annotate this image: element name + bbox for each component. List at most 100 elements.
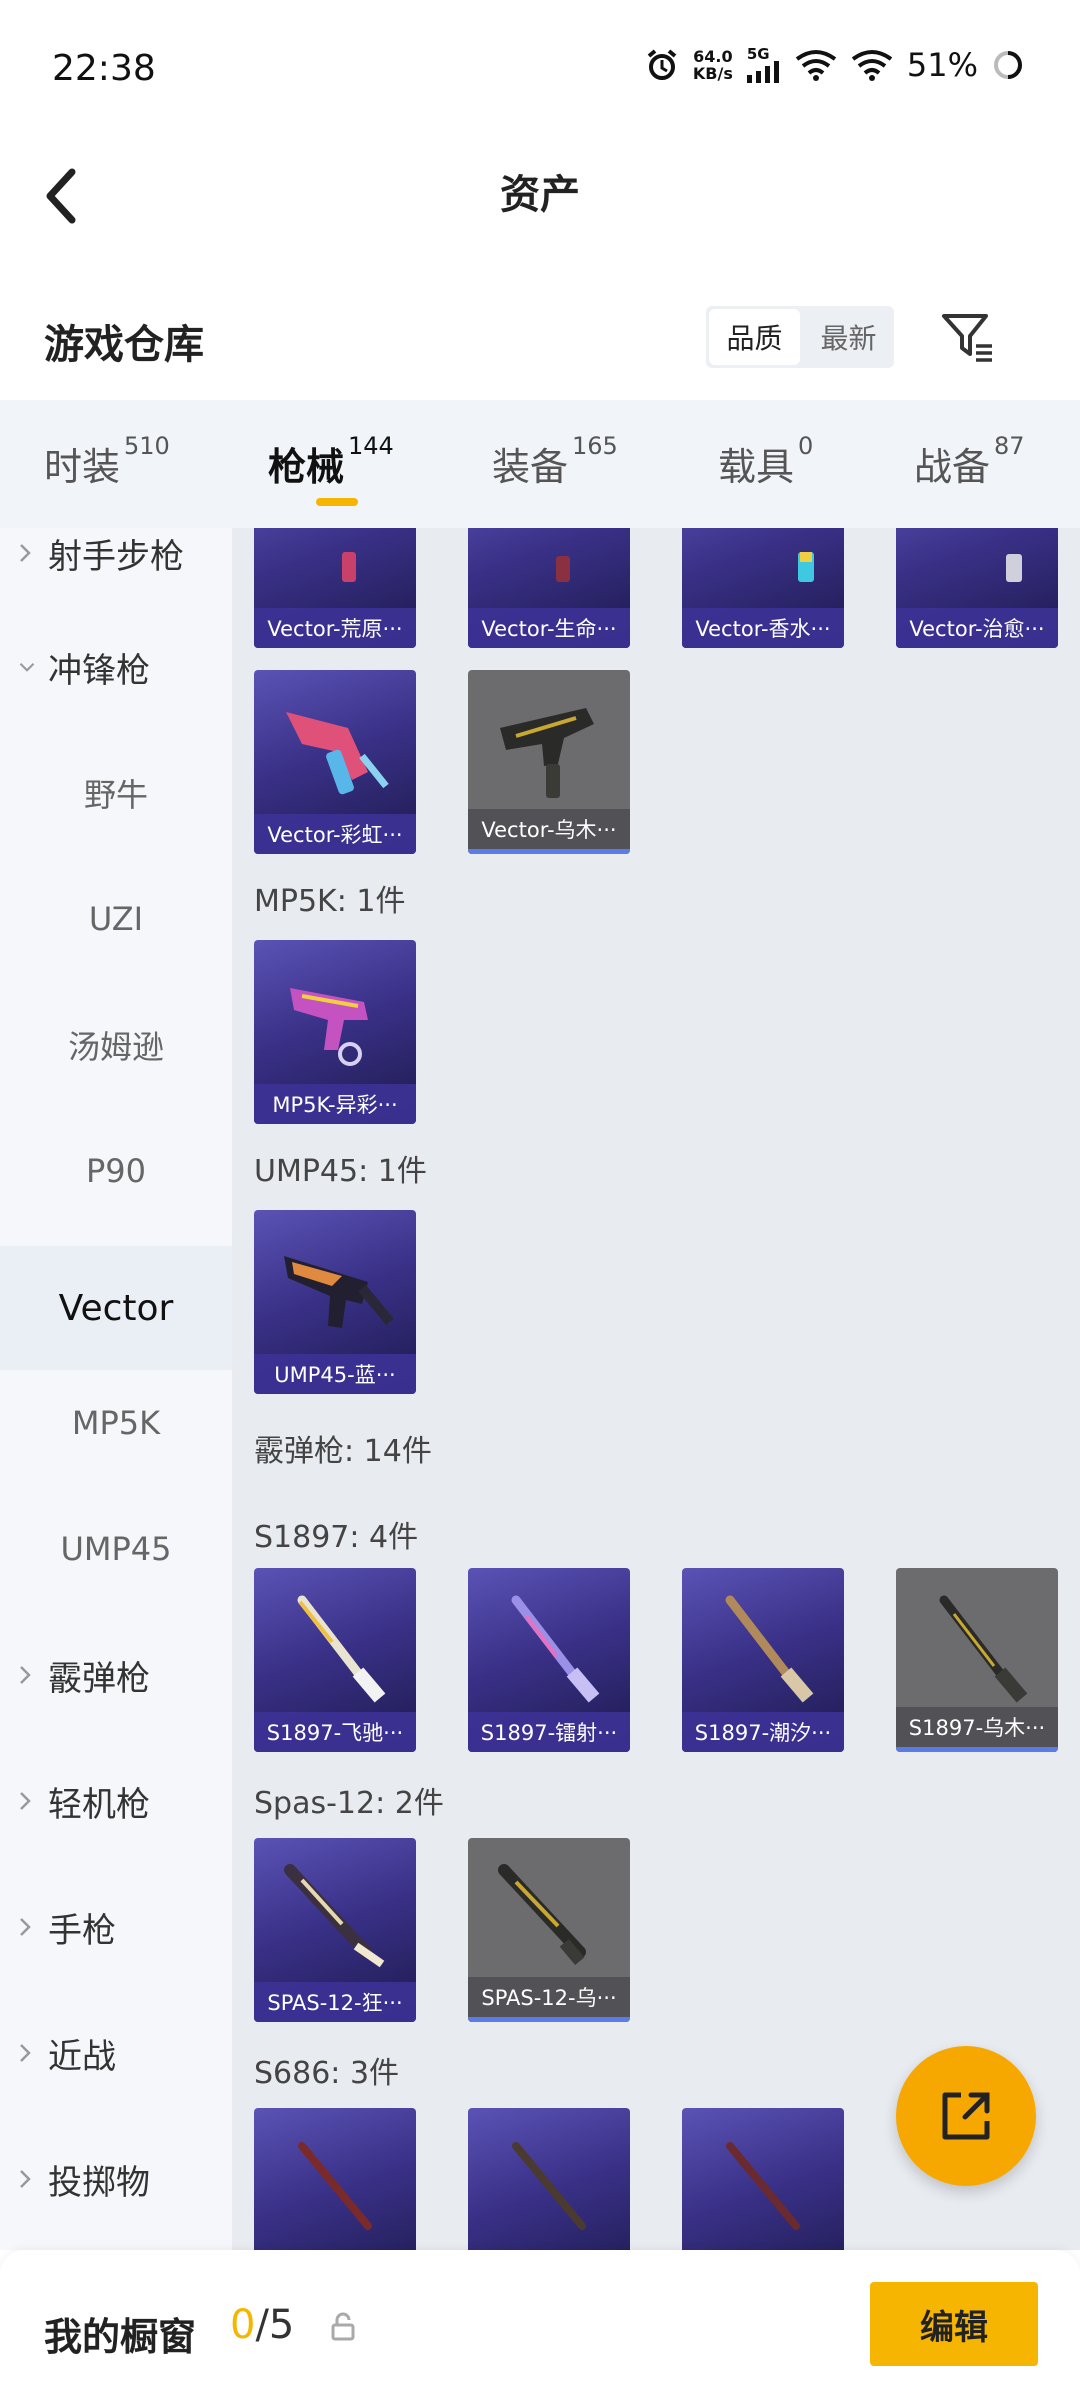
item-card[interactable]: [682, 2108, 844, 2250]
item-grid: Vector-荒原··· Vector-生命··· Vector-香水··· V…: [232, 528, 1080, 2250]
item-card[interactable]: S1897-镭射···: [468, 1568, 630, 1752]
tab-count: 510: [124, 432, 170, 460]
gun-image: [298, 2142, 372, 2230]
item-card[interactable]: Vector-荒原···: [254, 528, 416, 648]
lock-icon: [330, 2312, 356, 2346]
sidebar-item-label: 汤姆逊: [67, 1028, 164, 1066]
edit-button[interactable]: 编辑: [870, 2282, 1038, 2366]
active-tab-indicator: [316, 498, 358, 506]
gun-image: [500, 708, 594, 798]
sidebar-item-mp5k[interactable]: MP5K: [0, 1378, 232, 1468]
group-label-mp5k: MP5K: 1件: [254, 884, 406, 919]
sort-newest-option[interactable]: 最新: [803, 306, 894, 368]
gun-image: [725, 1595, 814, 1703]
group-label-shotgun: 霰弹枪: 14件: [254, 1434, 432, 1469]
tab-vehicles[interactable]: 载具 0: [718, 432, 813, 491]
item-name: Vector-彩虹···: [254, 814, 416, 854]
tab-label: 载具: [718, 445, 795, 489]
sidebar-item-smg[interactable]: 冲锋枪: [0, 622, 232, 712]
page-header: 资产: [0, 140, 1080, 250]
tab-fashion[interactable]: 时装 510: [44, 432, 170, 491]
sidebar-item-p90[interactable]: P90: [0, 1126, 232, 1216]
chevron-right-icon: [18, 1916, 36, 1938]
net-speed-value: 64.0: [693, 47, 733, 66]
sidebar-item-pistol[interactable]: 手枪: [0, 1882, 232, 1972]
wifi-icon: [851, 49, 893, 81]
battery-icon: [992, 49, 1024, 81]
sidebar-item-label: UZI: [88, 900, 144, 938]
weapon-type-sidebar: 射手步枪 冲锋枪 野牛 UZI 汤姆逊 P90 Vector MP5K UMP4…: [0, 528, 232, 2250]
share-button[interactable]: [896, 2046, 1036, 2186]
gun-image: [286, 712, 389, 795]
item-card[interactable]: Vector-香水···: [682, 528, 844, 648]
item-card[interactable]: UMP45-蓝···: [254, 1210, 416, 1394]
sidebar-item-label: 冲锋枪: [48, 650, 150, 691]
item-card[interactable]: SPAS-12-乌···: [468, 1838, 630, 2022]
sidebar-item-uzi[interactable]: UZI: [0, 874, 232, 964]
item-card[interactable]: [254, 2108, 416, 2250]
tab-guns[interactable]: 枪械 144: [268, 432, 394, 491]
tab-label: 战备: [914, 445, 991, 489]
sidebar-item-label: 野牛: [83, 776, 148, 814]
showcase-label: 我的橱窗: [44, 2315, 197, 2359]
tab-supplies[interactable]: 战备 87: [914, 432, 1025, 491]
item-name: Vector-乌木···: [468, 809, 630, 854]
alarm-icon: [645, 48, 679, 82]
gun-image: [726, 2142, 800, 2230]
sidebar-item-melee[interactable]: 近战: [0, 2008, 232, 2098]
showcase-count: 0/5: [230, 2302, 294, 2348]
item-card[interactable]: S1897-乌木···: [896, 1568, 1058, 1752]
sidebar-item-label: 投掷物: [48, 2162, 150, 2203]
sidebar-item-label: Vector: [58, 1287, 174, 1329]
sidebar-item-throwables[interactable]: 投掷物: [0, 2134, 232, 2224]
sidebar-item-bizon[interactable]: 野牛: [0, 748, 232, 838]
item-name: SPAS-12-狂···: [254, 1982, 416, 2022]
group-label-s686: S686: 3件: [254, 2056, 400, 2091]
gun-image: [342, 552, 356, 582]
group-label-spas12: Spas-12: 2件: [254, 1786, 444, 1821]
item-card[interactable]: [468, 2108, 630, 2250]
gun-image: [556, 556, 570, 582]
item-card[interactable]: Vector-乌木···: [468, 670, 630, 854]
item-name: S1897-潮汐···: [682, 1712, 844, 1752]
sidebar-item-ump45[interactable]: UMP45: [0, 1504, 232, 1594]
filter-button[interactable]: [938, 308, 998, 368]
sidebar-item-lmg[interactable]: 轻机枪: [0, 1756, 232, 1846]
item-name: S1897-镭射···: [468, 1712, 630, 1752]
sidebar-item-shotgun[interactable]: 霰弹枪: [0, 1630, 232, 1720]
sidebar-item-label: 轻机枪: [48, 1784, 150, 1825]
tab-count: 165: [572, 432, 618, 460]
net-speed: 64.0 KB/s: [693, 48, 733, 82]
sidebar-item-label: UMP45: [60, 1530, 172, 1568]
item-card[interactable]: MP5K-异彩···: [254, 940, 416, 1124]
sidebar-item-vector[interactable]: Vector: [0, 1246, 232, 1370]
gun-image: [284, 1864, 385, 1968]
item-card[interactable]: SPAS-12-狂···: [254, 1838, 416, 2022]
item-card[interactable]: Vector-生命···: [468, 528, 630, 648]
tab-equipment[interactable]: 装备 165: [492, 432, 618, 491]
item-card[interactable]: Vector-治愈···: [896, 528, 1058, 648]
showcase-current: 0: [230, 2302, 256, 2348]
sidebar-item-marksman-rifle[interactable]: 射手步枪: [0, 528, 232, 578]
chevron-right-icon: [18, 2168, 36, 2190]
tab-label: 时装: [44, 445, 121, 489]
item-card[interactable]: Vector-彩虹···: [254, 670, 416, 854]
item-name: S1897-乌木···: [896, 1707, 1058, 1752]
item-name: Vector-香水···: [682, 608, 844, 648]
gun-image: [798, 552, 814, 582]
tab-count: 0: [798, 432, 814, 460]
sidebar-item-thompson[interactable]: 汤姆逊: [0, 1000, 232, 1090]
group-label-s1897: S1897: 4件: [254, 1520, 419, 1555]
item-card[interactable]: S1897-飞驰···: [254, 1568, 416, 1752]
wifi-icon: [795, 49, 837, 81]
chevron-right-icon: [18, 1790, 36, 1812]
sidebar-item-label: 霰弹枪: [48, 1658, 150, 1699]
item-card[interactable]: S1897-潮汐···: [682, 1568, 844, 1752]
showcase-total: /5: [255, 2302, 295, 2348]
item-name: S1897-飞驰···: [254, 1712, 416, 1752]
item-name: UMP45-蓝···: [254, 1354, 416, 1394]
sidebar-item-label: 近战: [48, 2036, 116, 2077]
page-title: 资产: [500, 172, 580, 218]
sort-quality-option[interactable]: 品质: [709, 309, 800, 365]
sort-toggle: 品质 最新: [706, 306, 894, 368]
